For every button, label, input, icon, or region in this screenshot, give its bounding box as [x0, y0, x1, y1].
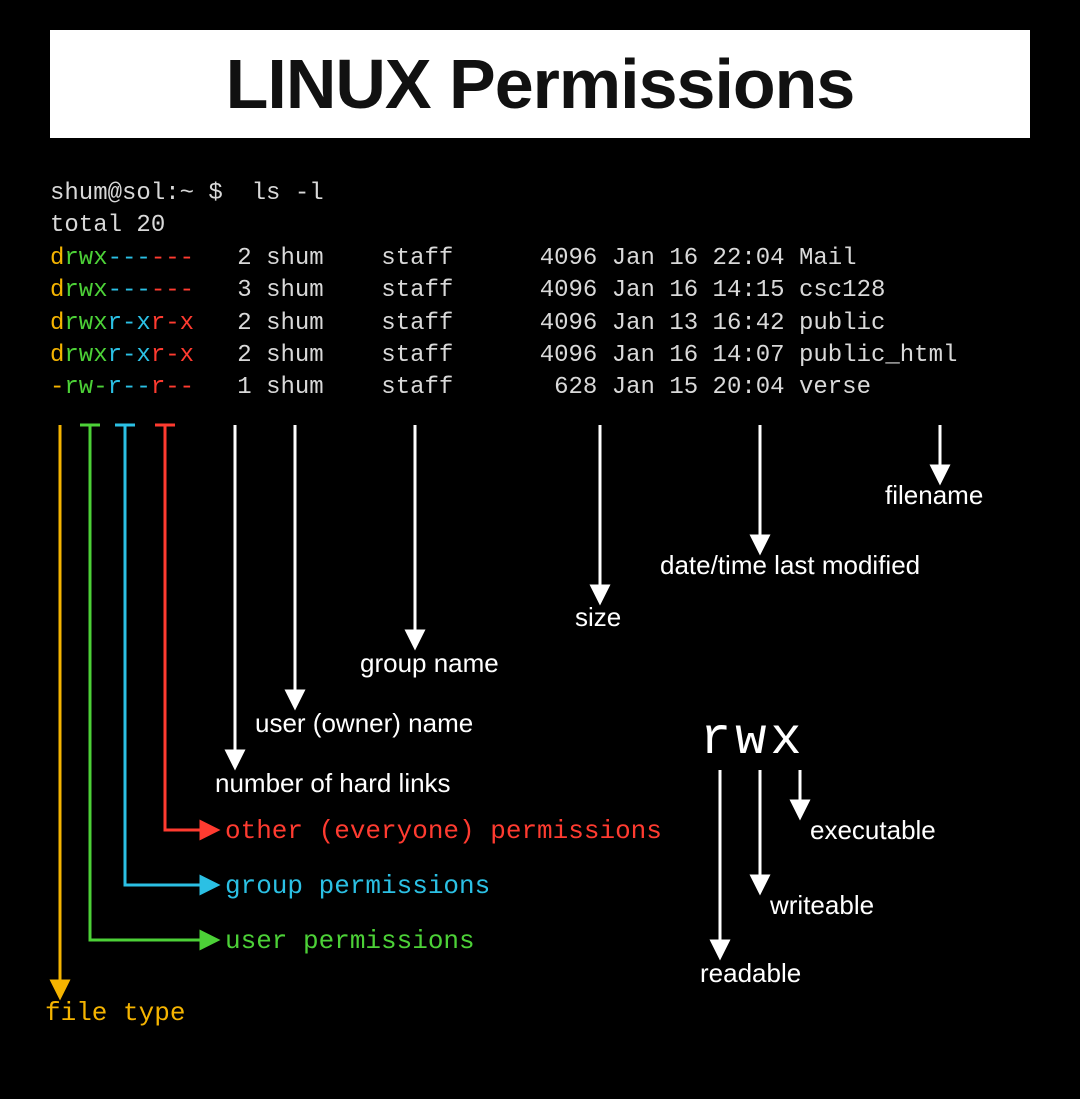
- label-filename: filename: [885, 480, 983, 511]
- label-user-perm: user permissions: [225, 926, 475, 956]
- label-hardlinks: number of hard links: [215, 768, 451, 799]
- page-title: LINUX Permissions: [50, 30, 1030, 138]
- label-readable: readable: [700, 958, 801, 989]
- label-writeable: writeable: [770, 890, 874, 921]
- label-file-type: file type: [45, 998, 185, 1028]
- label-owner: user (owner) name: [255, 708, 473, 739]
- label-executable: executable: [810, 815, 936, 846]
- terminal-output: shum@sol:~ $ ls -l total 20 drwx------ 2…: [0, 158, 1080, 405]
- label-other-perm: other (everyone) permissions: [225, 816, 662, 846]
- label-datetime: date/time last modified: [660, 550, 920, 581]
- rwx-heading: rwx: [700, 710, 806, 769]
- label-size: size: [575, 602, 621, 633]
- label-group: group name: [360, 648, 499, 679]
- label-group-perm: group permissions: [225, 871, 490, 901]
